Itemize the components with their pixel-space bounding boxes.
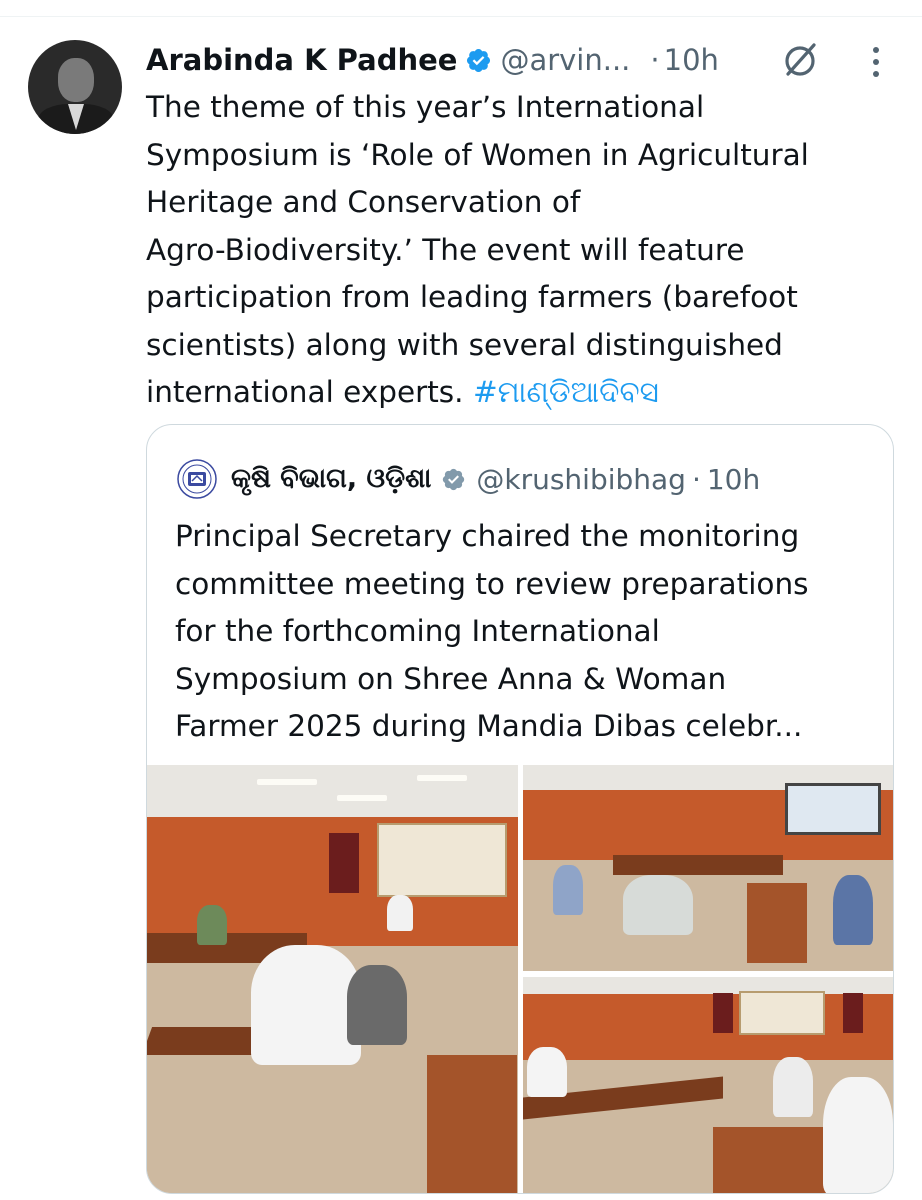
quote-author-name[interactable]: କୃଷି ବିଭାଗ, ଓଡ଼ିଶା: [231, 463, 431, 495]
quote-author-handle[interactable]: @krushibibhag: [476, 463, 686, 496]
quote-text-line: Principal Secretary chaired the monitori…: [175, 519, 800, 553]
tweet-text-line: The theme of this year’s International: [146, 90, 705, 124]
tweet-text-line: scientists) along with several distingui…: [146, 327, 783, 362]
more-icon[interactable]: [864, 44, 888, 80]
author-name[interactable]: Arabinda K Padhee: [146, 43, 457, 77]
author-avatar[interactable]: [28, 40, 122, 134]
tweet-time[interactable]: 10h: [664, 43, 719, 77]
photo-grid: [147, 765, 893, 1193]
tweet-text-line: Heritage and Conservation of: [146, 185, 581, 219]
quote-text: Principal Secretary chaired the monitori…: [175, 513, 875, 751]
quote-text-line: for the forthcoming International: [175, 614, 660, 648]
quote-time[interactable]: 10h: [707, 463, 760, 496]
quote-header: କୃଷି ବିଭାଗ, ଓଡ଼ିଶା @krushibibhag · 10h: [177, 459, 760, 499]
grok-icon[interactable]: [780, 40, 820, 80]
quote-separator: ·: [691, 462, 701, 496]
quote-text-line: Symposium on Shree Anna & Woman: [175, 661, 727, 696]
top-divider: [0, 16, 922, 17]
separator-dot: ·: [650, 43, 660, 77]
verified-badge-icon: [467, 48, 491, 72]
department-logo-icon: [177, 459, 217, 499]
meeting-photo-3[interactable]: [523, 977, 893, 1193]
tweet-text: The theme of this year’s International S…: [146, 84, 886, 417]
meeting-photo-1[interactable]: [147, 765, 518, 1193]
tweet-text-last: international experts.: [146, 375, 473, 409]
tweet-text-line: international experts. #ମାଣ୍ଡିଆଦିବସ: [146, 369, 886, 417]
tweet-text-line: Symposium is ‘Role of Women in Agricultu…: [146, 137, 809, 172]
tweet-text-line: Agro-Biodiversity.’ The event will featu…: [146, 232, 745, 267]
quoted-tweet-card[interactable]: କୃଷି ବିଭାଗ, ଓଡ଼ିଶା @krushibibhag · 10h P…: [146, 424, 894, 1194]
meeting-photo-2[interactable]: [523, 765, 893, 971]
quote-text-line: Farmer 2025 during Mandia Dibas celebr..…: [175, 709, 803, 743]
gray-verified-badge-icon: [443, 468, 465, 490]
hashtag-link[interactable]: #ମାଣ୍ଡିଆଦିବସ: [473, 375, 659, 409]
tweet-header: Arabinda K Padhee @arvin... · 10h: [146, 38, 719, 82]
tweet-text-line: participation from leading farmers (bare…: [146, 280, 798, 314]
quote-text-line: committee meeting to review preparations: [175, 566, 809, 601]
author-handle[interactable]: @arvin...: [500, 43, 630, 77]
